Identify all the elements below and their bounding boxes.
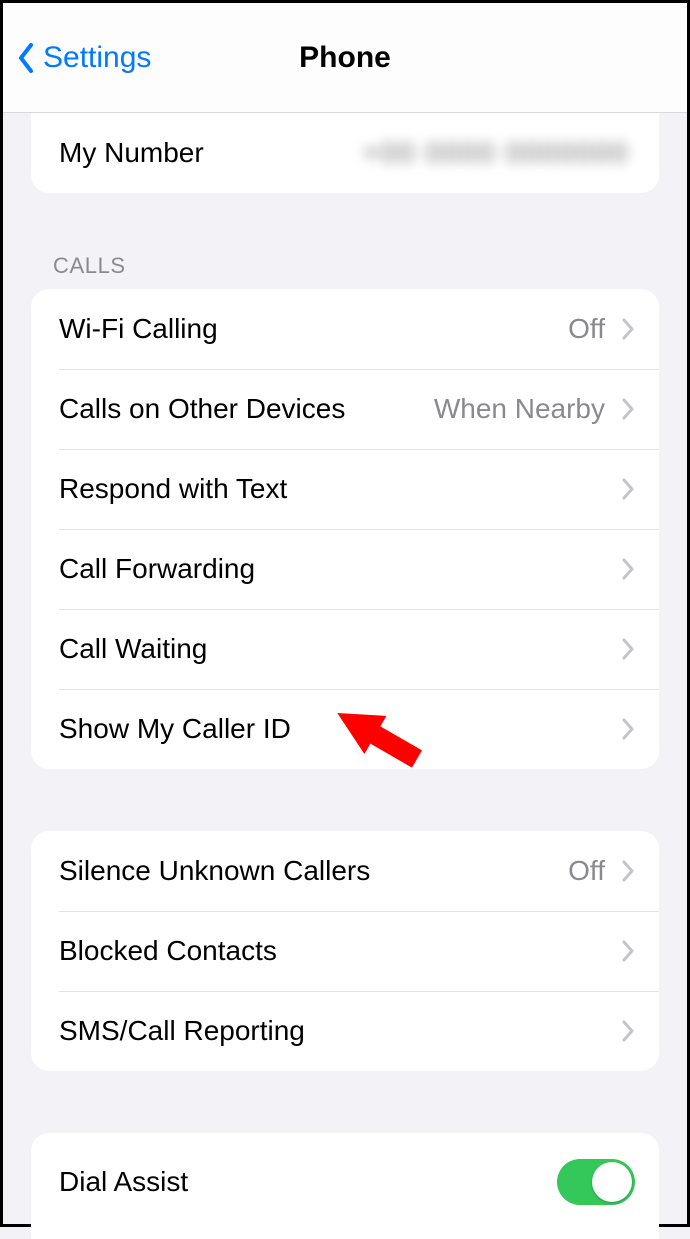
wifi-calling-label: Wi-Fi Calling — [59, 313, 218, 345]
call-waiting-label: Call Waiting — [59, 633, 207, 665]
respond-with-text-row[interactable]: Respond with Text — [31, 449, 659, 529]
my-number-row[interactable]: My Number +00 0000 0000000 — [31, 113, 659, 193]
chevron-right-icon — [621, 1019, 635, 1043]
toggle-knob-icon — [592, 1162, 632, 1202]
calls-group: Wi-Fi Calling Off Calls on Other Devices… — [31, 289, 659, 769]
misc-group: Silence Unknown Callers Off Blocked Cont… — [31, 831, 659, 1071]
my-number-group: My Number +00 0000 0000000 — [31, 113, 659, 193]
dial-assist-row: Dial Assist — [31, 1133, 659, 1239]
chevron-right-icon — [621, 717, 635, 741]
chevron-right-icon — [621, 477, 635, 501]
silence-unknown-row[interactable]: Silence Unknown Callers Off — [31, 831, 659, 911]
chevron-right-icon — [621, 939, 635, 963]
dial-assist-toggle[interactable] — [557, 1159, 635, 1205]
chevron-right-icon — [621, 397, 635, 421]
back-button[interactable]: Settings — [17, 41, 151, 75]
call-forwarding-row[interactable]: Call Forwarding — [31, 529, 659, 609]
wifi-calling-value: Off — [568, 313, 611, 345]
page-title: Phone — [299, 41, 391, 75]
wifi-calling-row[interactable]: Wi-Fi Calling Off — [31, 289, 659, 369]
sms-call-reporting-label: SMS/Call Reporting — [59, 1015, 305, 1047]
chevron-right-icon — [621, 557, 635, 581]
call-waiting-row[interactable]: Call Waiting — [31, 609, 659, 689]
chevron-right-icon — [621, 859, 635, 883]
dial-assist-group: Dial Assist — [31, 1133, 659, 1239]
blocked-contacts-label: Blocked Contacts — [59, 935, 277, 967]
calls-section-header: CALLS — [53, 253, 687, 279]
dial-assist-label: Dial Assist — [59, 1166, 188, 1198]
my-number-value: +00 0000 0000000 — [363, 137, 635, 169]
show-my-caller-id-label: Show My Caller ID — [59, 713, 291, 745]
chevron-left-icon — [17, 43, 35, 73]
silence-unknown-label: Silence Unknown Callers — [59, 855, 370, 887]
silence-unknown-value: Off — [568, 855, 611, 887]
respond-with-text-label: Respond with Text — [59, 473, 287, 505]
show-my-caller-id-row[interactable]: Show My Caller ID — [31, 689, 659, 769]
blocked-contacts-row[interactable]: Blocked Contacts — [31, 911, 659, 991]
call-forwarding-label: Call Forwarding — [59, 553, 255, 585]
sms-call-reporting-row[interactable]: SMS/Call Reporting — [31, 991, 659, 1071]
calls-other-devices-label: Calls on Other Devices — [59, 393, 345, 425]
calls-other-devices-row[interactable]: Calls on Other Devices When Nearby — [31, 369, 659, 449]
chevron-right-icon — [621, 317, 635, 341]
back-label: Settings — [43, 41, 151, 75]
my-number-label: My Number — [59, 137, 204, 169]
navigation-bar: Settings Phone — [3, 3, 687, 113]
calls-other-devices-value: When Nearby — [434, 393, 611, 425]
chevron-right-icon — [621, 637, 635, 661]
